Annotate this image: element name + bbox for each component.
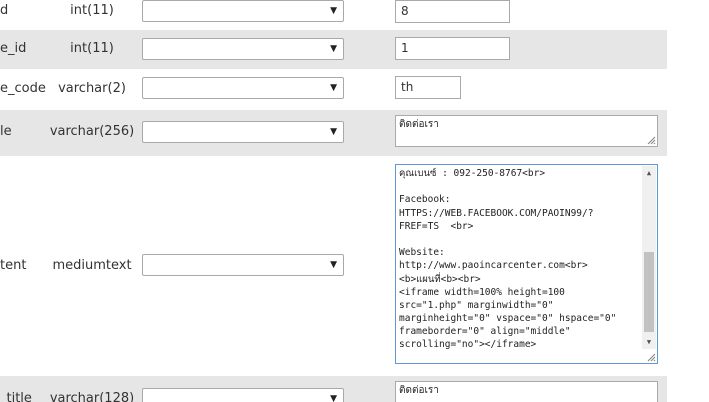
resize-grip-icon[interactable] [647,353,656,362]
textarea-line: src="1.php" marginwidth="0" [399,299,554,311]
field-type: varchar(256) [49,124,135,139]
textarea-line: HTTPS://WEB.FACEBOOK.COM/PAOIN99/? [399,207,594,219]
textarea-line [399,180,654,193]
function-select[interactable]: ▼ [142,77,344,99]
field-name: e_id [0,41,27,56]
field-type: mediumtext [52,258,132,273]
function-select[interactable]: ▼ [142,0,344,22]
scroll-down-icon[interactable]: ▼ [642,335,656,349]
textarea-line: ติดต่อเรา [399,119,439,130]
function-select[interactable]: ▼ [142,388,344,402]
field-row-lang-id: e_id int(11) ▼ 1 [0,30,667,69]
field-type: varchar(2) [58,81,126,96]
field-row-id: d int(11) ▼ 8 [0,0,667,30]
value-input[interactable]: 1 [395,37,510,60]
textarea-line: marginheight="0" vspace="0" hspace="0" [399,313,617,325]
field-name: tent [0,258,27,273]
field-row-meta-title: _title varchar(128) ▼ ติดต่อเรา [0,376,667,402]
field-row-title: le varchar(256) ▼ ติดต่อเรา [0,110,667,156]
chevron-down-icon: ▼ [330,83,337,93]
field-type: varchar(128) [49,391,135,402]
field-row-content: tent mediumtext ▼ คุณเบนซ์ : 092-250-876… [0,156,667,376]
textarea-line: Website: [399,247,445,259]
scrollbar-thumb[interactable] [644,252,654,332]
textarea-scrollbar[interactable]: ▲ ▼ [642,166,656,349]
content-textarea[interactable]: คุณเบนซ์ : 092-250-8767<br> Facebook: HT… [395,164,658,364]
chevron-down-icon: ▼ [330,394,337,402]
chevron-down-icon: ▼ [330,44,337,54]
function-select[interactable]: ▼ [142,254,344,276]
chevron-down-icon: ▼ [330,260,337,270]
scroll-up-icon[interactable]: ▲ [642,166,656,180]
textarea-line: frameborder="0" align="middle" [399,326,571,338]
field-type: int(11) [70,3,114,18]
field-type: int(11) [70,41,114,56]
textarea-line: คุณเบนซ์ : 092-250-8767<br> [399,168,546,179]
chevron-down-icon: ▼ [330,6,337,16]
value-textarea[interactable]: ติดต่อเรา [395,115,658,147]
value-input[interactable]: 8 [395,0,510,23]
field-name: _title [0,391,32,402]
textarea-line: FREF=TS <br> [399,220,474,232]
textarea-line: scrolling="no"></iframe> [399,339,537,351]
textarea-line: <b>แผนที่<b><br> [399,273,481,285]
textarea-line: http://www.paoincarcenter.com<br> [399,260,588,272]
field-row-lang-code: e_code varchar(2) ▼ th [0,69,667,110]
textarea-line: ติดต่อเรา [399,385,439,396]
textarea-line: Facebook: [399,194,451,206]
field-name: d [0,3,9,18]
resize-grip-icon[interactable] [647,136,656,145]
textarea-line: <iframe width=100% height=100 [399,286,565,298]
function-select[interactable]: ▼ [142,121,344,143]
textarea-line [399,233,654,246]
field-name: le [0,124,12,139]
value-textarea[interactable]: ติดต่อเรา [395,381,658,402]
function-select[interactable]: ▼ [142,38,344,60]
chevron-down-icon: ▼ [330,127,337,137]
value-input[interactable]: th [395,76,461,99]
